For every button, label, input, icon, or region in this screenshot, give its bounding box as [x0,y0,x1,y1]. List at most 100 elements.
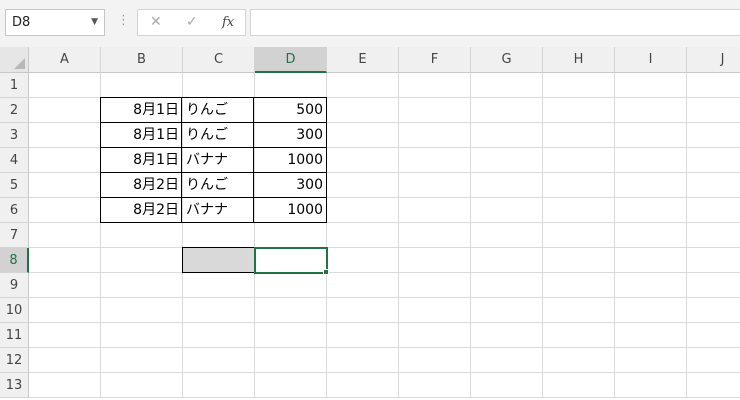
cell-j6[interactable] [687,198,740,223]
cell-h1[interactable] [543,73,615,98]
cell-c4[interactable]: バナナ [183,148,255,173]
cell-j13[interactable] [687,373,740,398]
cell-j8[interactable] [687,248,740,273]
row-header-4[interactable]: 4 [0,148,29,173]
cell-g5[interactable] [471,173,543,198]
cell-i11[interactable] [615,323,687,348]
cell-i10[interactable] [615,298,687,323]
cell-g9[interactable] [471,273,543,298]
row-header-9[interactable]: 9 [0,273,29,298]
cell-i12[interactable] [615,348,687,373]
cell-d6[interactable]: 1000 [255,198,327,223]
cell-f6[interactable] [399,198,471,223]
cell-f4[interactable] [399,148,471,173]
cell-d7[interactable] [255,223,327,248]
cell-g11[interactable] [471,323,543,348]
cell-h4[interactable] [543,148,615,173]
cell-d10[interactable] [255,298,327,323]
cell-i5[interactable] [615,173,687,198]
column-header-e[interactable]: E [327,47,399,73]
cell-c10[interactable] [183,298,255,323]
cell-b12[interactable] [101,348,183,373]
cell-c2[interactable]: りんご [183,98,255,123]
cell-a12[interactable] [29,348,101,373]
cell-i4[interactable] [615,148,687,173]
column-header-d[interactable]: D [255,47,327,73]
cell-b10[interactable] [101,298,183,323]
column-header-g[interactable]: G [471,47,543,73]
cell-a13[interactable] [29,373,101,398]
cell-d9[interactable] [255,273,327,298]
cell-f11[interactable] [399,323,471,348]
cell-b13[interactable] [101,373,183,398]
cell-b6[interactable]: 8月2日 [101,198,183,223]
enter-icon[interactable]: ✓ [186,14,198,31]
cell-f9[interactable] [399,273,471,298]
cell-h12[interactable] [543,348,615,373]
cell-h9[interactable] [543,273,615,298]
cell-i9[interactable] [615,273,687,298]
cell-a3[interactable] [29,123,101,148]
cell-c5[interactable]: りんご [183,173,255,198]
cell-b7[interactable] [101,223,183,248]
cell-h5[interactable] [543,173,615,198]
cell-h7[interactable] [543,223,615,248]
cell-d12[interactable] [255,348,327,373]
cell-e13[interactable] [327,373,399,398]
cell-d13[interactable] [255,373,327,398]
cell-a11[interactable] [29,323,101,348]
cell-g1[interactable] [471,73,543,98]
cell-b9[interactable] [101,273,183,298]
cell-c9[interactable] [183,273,255,298]
column-header-h[interactable]: H [543,47,615,73]
cell-j11[interactable] [687,323,740,348]
cell-c3[interactable]: りんご [183,123,255,148]
cell-b5[interactable]: 8月2日 [101,173,183,198]
column-header-i[interactable]: I [615,47,687,73]
cell-f7[interactable] [399,223,471,248]
fill-handle[interactable] [323,269,329,275]
row-header-12[interactable]: 12 [0,348,29,373]
cell-f3[interactable] [399,123,471,148]
cell-c8[interactable]: りんご [183,248,255,273]
select-all-corner[interactable] [0,47,29,73]
cell-i8[interactable] [615,248,687,273]
cell-a4[interactable] [29,148,101,173]
cell-b1[interactable] [101,73,183,98]
cell-a2[interactable] [29,98,101,123]
cell-c13[interactable] [183,373,255,398]
cell-i2[interactable] [615,98,687,123]
column-header-f[interactable]: F [399,47,471,73]
cell-g6[interactable] [471,198,543,223]
cell-d2[interactable]: 500 [255,98,327,123]
cell-f13[interactable] [399,373,471,398]
cell-g10[interactable] [471,298,543,323]
cell-a8[interactable] [29,248,101,273]
row-header-1[interactable]: 1 [0,73,29,98]
cancel-icon[interactable]: ✕ [150,14,162,31]
cell-h8[interactable] [543,248,615,273]
cell-h10[interactable] [543,298,615,323]
row-header-3[interactable]: 3 [0,123,29,148]
cell-d11[interactable] [255,323,327,348]
cell-i6[interactable] [615,198,687,223]
cell-f5[interactable] [399,173,471,198]
cell-h11[interactable] [543,323,615,348]
row-header-11[interactable]: 11 [0,323,29,348]
name-box[interactable]: D8 ▼ [5,9,105,36]
cell-h13[interactable] [543,373,615,398]
column-header-b[interactable]: B [101,47,183,73]
cell-g4[interactable] [471,148,543,173]
cell-e3[interactable] [327,123,399,148]
chevron-down-icon[interactable]: ▼ [91,10,98,35]
fx-icon[interactable]: fx [222,14,234,31]
cell-g2[interactable] [471,98,543,123]
row-header-2[interactable]: 2 [0,98,29,123]
cell-h6[interactable] [543,198,615,223]
cell-a6[interactable] [29,198,101,223]
cell-f8[interactable] [399,248,471,273]
cell-d1[interactable] [255,73,327,98]
cell-d4[interactable]: 1000 [255,148,327,173]
cell-c11[interactable] [183,323,255,348]
cell-d5[interactable]: 300 [255,173,327,198]
